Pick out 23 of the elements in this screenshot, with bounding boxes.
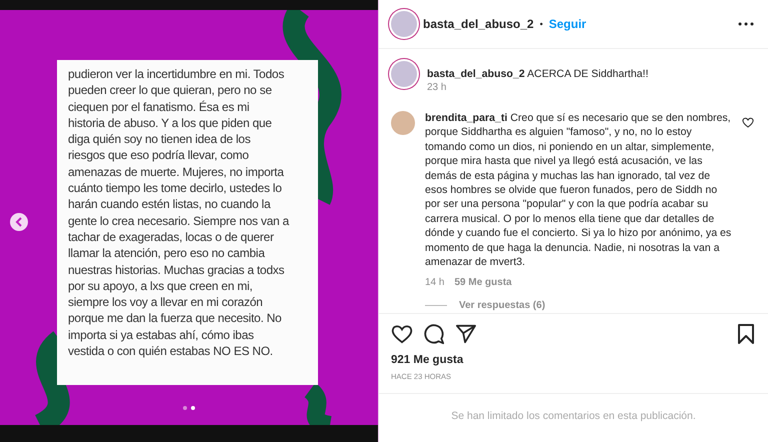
chevron-left-icon [15,217,23,227]
bookmark-icon[interactable] [738,324,754,344]
heart-icon[interactable] [391,324,413,344]
comment-text: brendita_para_ti Creo que sí es necesario que se den nombres, porque Siddhartha es alguien "famoso", y no, no lo estoy tomando como un dios, ni poniendo en un altar, simplemente, porque mira hasta que nivel ya llegó está acusación, ve las demás de esta página y muchas las han ignorado, tal vez de esos hombres se olvide que fueron funados, pero de Siddh no por ser una persona "popular" y con la que podría acabar su carrera musical. O por lo menos ella tiene que dar detalles de dónde y cuando fue el concierto. Si ya lo hizo por anónimo, ya es momento de que haga la denuncia. Nadie, ni nosotras la van a amenazar de mvert3. [425,111,732,270]
more-icon[interactable] [738,22,754,26]
carousel-dot[interactable] [183,406,187,410]
card-text: pudieron ver la incertidumbre en mi. Todos pueden creer lo que quieran, pero no se ciequen por el fanatismo. Ésa es mi historia de abuso. Y a los que piden que diga quién soy no tienen idea de los riesgos que eso podría llevar, como amenazas de muerte. Mujeres, no importa cuánto tiempo les tome decirlo, ustedes lo harán cuando estén listas, no cuando la gente lo crea necesario. Siempre nos van a tachar de exageradas, locas o de querer llamar la atención, pero eso no cambia nuestras historias. Muchas gracias a todxs por su apoyo, a lxs que creen en mi, siempre los voy a llevar en mi corazón porque me dan la fuerza que necesito. No importa si ya estabas ahí, cómo ibas vestida o con quién estabas NO ES NO. [68,66,289,360]
avatar[interactable] [391,11,417,37]
previous-button[interactable] [10,213,28,231]
like-count[interactable]: 921 Me gusta [379,354,768,366]
carousel-dot[interactable] [191,406,195,410]
separator: • [540,19,543,29]
caption-time: 23 h [427,82,446,93]
username[interactable]: brendita_para_ti [425,112,508,124]
comment-time: 14 h [425,277,444,288]
comments-notice: Se han limitado los comentarios en esta publicación. [379,393,768,442]
caption-text: basta_del_abuso_2 ACERCA DE Siddhartha!! [427,67,648,81]
avatar[interactable] [391,61,417,87]
comment-icon[interactable] [423,323,445,345]
username[interactable]: basta_del_abuso_2 [427,68,525,80]
username[interactable]: basta_del_abuso_2 [423,17,534,31]
send-icon[interactable] [455,324,477,344]
heart-icon[interactable] [742,117,754,128]
